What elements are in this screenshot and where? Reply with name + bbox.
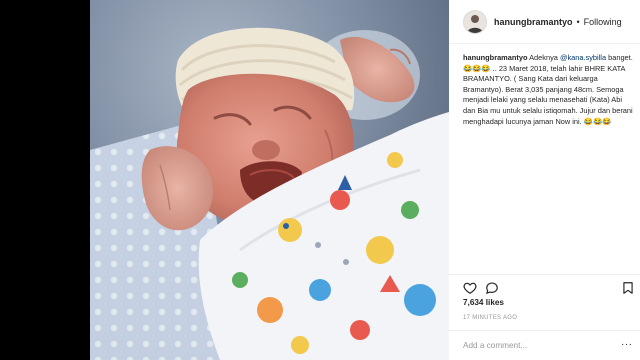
caption-text-start: Adeknya xyxy=(527,53,560,62)
bookmark-icon[interactable] xyxy=(621,281,635,295)
likes-count[interactable]: 7,634 likes xyxy=(463,298,504,307)
caption-text-body: banget. 😂😂😂 .. 23 Maret 2018, telah lahi… xyxy=(463,53,633,126)
post-header: hanungbramantyo • Following xyxy=(449,0,640,44)
comment-bubble-icon[interactable] xyxy=(485,281,499,295)
following-button[interactable]: Following xyxy=(584,17,622,27)
comment-bar: ··· xyxy=(449,330,640,360)
caption-username[interactable]: hanungbramantyo xyxy=(463,53,527,62)
post-actions xyxy=(449,274,640,298)
post-caption: hanungbramantyo Adeknya @kana.sybilla ba… xyxy=(463,53,633,127)
separator-dot: • xyxy=(576,16,580,27)
heart-icon[interactable] xyxy=(463,281,477,295)
comment-input[interactable] xyxy=(463,338,613,352)
post-username[interactable]: hanungbramantyo xyxy=(494,17,573,27)
newborn-baby-photo xyxy=(90,0,449,360)
caption-mention-link[interactable]: @kana.sybilla xyxy=(560,53,606,62)
profile-photo-icon xyxy=(464,10,486,33)
more-options-icon[interactable]: ··· xyxy=(621,339,633,350)
post-side-panel: hanungbramantyo • Following hanungbraman… xyxy=(449,0,640,360)
post-timestamp[interactable]: 17 MINUTES AGO xyxy=(463,315,517,321)
avatar[interactable] xyxy=(463,9,487,34)
post-photo[interactable] xyxy=(90,0,449,360)
